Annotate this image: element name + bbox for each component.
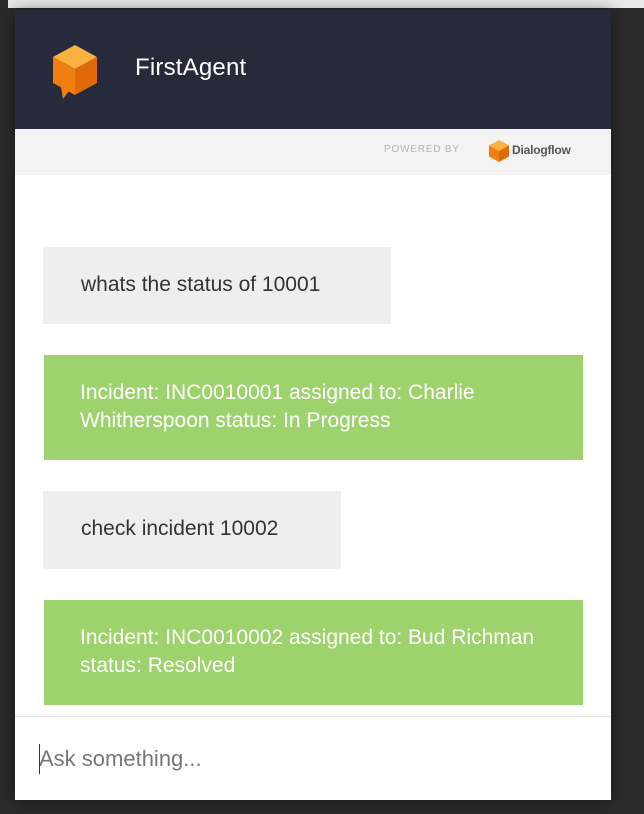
input-bar <box>15 716 611 800</box>
text-caret <box>39 744 40 774</box>
user-message: whats the status of 10001 <box>43 247 391 324</box>
cube-icon <box>53 45 97 99</box>
message-input[interactable] <box>39 739 579 779</box>
dialogflow-link[interactable]: Dialogflow <box>512 143 571 157</box>
powered-by-bar: POWERED BY Dialogflow <box>15 129 611 175</box>
bot-message: Incident: INC0010001 assigned to: Charli… <box>44 355 583 460</box>
dialogflow-icon <box>489 140 509 162</box>
window-left-edge <box>0 0 8 814</box>
window-top-edge <box>0 0 644 8</box>
bot-message: Incident: INC0010002 assigned to: Bud Ri… <box>44 600 583 705</box>
agent-name: FirstAgent <box>135 54 247 81</box>
user-message: check incident 10002 <box>43 491 341 569</box>
chat-widget: FirstAgent POWERED BY Dialogflow whats t… <box>15 10 611 800</box>
powered-by-label: POWERED BY <box>384 144 460 155</box>
chat-header: FirstAgent <box>15 10 611 129</box>
